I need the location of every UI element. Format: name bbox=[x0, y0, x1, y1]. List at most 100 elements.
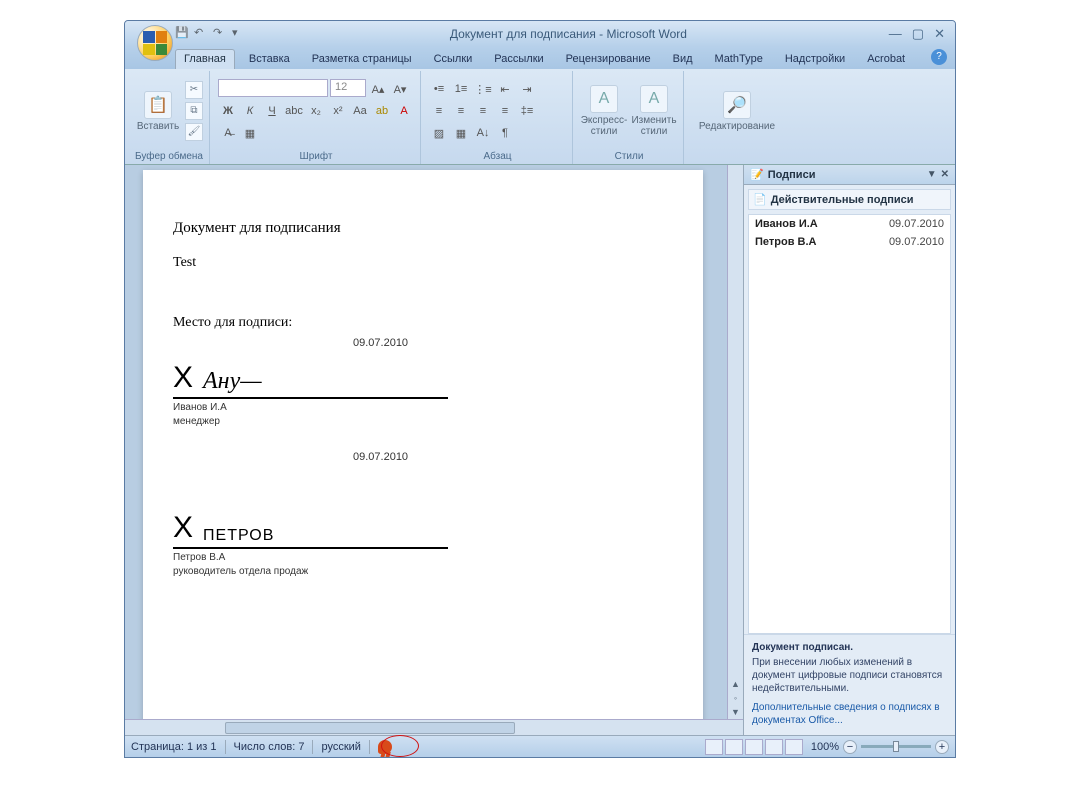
showmarks-icon[interactable]: ¶ bbox=[495, 123, 515, 143]
maximize-button[interactable]: ▢ bbox=[912, 26, 924, 42]
tab-addins[interactable]: Надстройки bbox=[777, 50, 853, 69]
changecase-icon[interactable]: Aa bbox=[350, 101, 370, 121]
qat-dropdown-icon[interactable]: ▾ bbox=[232, 26, 248, 42]
italic-icon[interactable]: К bbox=[240, 101, 260, 121]
sig1-signature: Ану— bbox=[203, 368, 262, 395]
paste-button[interactable]: 📋 Вставить bbox=[135, 86, 181, 137]
change-styles-label: Изменить стили bbox=[631, 115, 676, 137]
justify-icon[interactable]: ≡ bbox=[495, 101, 515, 121]
borders-icon[interactable]: ▦ bbox=[451, 123, 471, 143]
multilist-icon[interactable]: ⋮≡ bbox=[473, 79, 493, 99]
zoom-value[interactable]: 100% bbox=[811, 741, 839, 753]
highlight-icon[interactable]: ab bbox=[372, 101, 392, 121]
sig1-date: 09.07.2010 bbox=[353, 337, 673, 349]
close-button[interactable]: ✕ bbox=[934, 26, 945, 42]
redo-icon[interactable]: ↷ bbox=[213, 26, 229, 42]
tab-references[interactable]: Ссылки bbox=[426, 50, 481, 69]
outline-view-icon[interactable] bbox=[765, 739, 783, 755]
minimize-button[interactable]: — bbox=[889, 26, 902, 42]
font-size-combo[interactable]: 12 bbox=[330, 79, 366, 97]
signed-warning: При внесении любых изменений в документ … bbox=[752, 656, 947, 695]
group-styles: A Экспресс-стили A Изменить стили Стили bbox=[575, 71, 684, 164]
valid-signatures-label: Действительные подписи bbox=[771, 194, 914, 206]
signature-item[interactable]: Петров В.А 09.07.2010 bbox=[749, 233, 950, 251]
tab-review[interactable]: Рецензирование bbox=[558, 50, 659, 69]
undo-icon[interactable]: ↶ bbox=[194, 26, 210, 42]
tab-pagelayout[interactable]: Разметка страницы bbox=[304, 50, 420, 69]
tab-home[interactable]: Главная bbox=[175, 49, 235, 69]
quick-styles-button[interactable]: A Экспресс-стили bbox=[581, 80, 627, 142]
bold-icon[interactable]: Ж bbox=[218, 101, 238, 121]
border-icon[interactable]: ▦ bbox=[240, 123, 260, 143]
cut-icon[interactable]: ✂ bbox=[185, 81, 203, 99]
scroll-down-icon[interactable]: ▼ bbox=[731, 707, 740, 717]
zoom-slider[interactable] bbox=[861, 745, 931, 748]
group-label-clipboard: Буфер обмена bbox=[135, 149, 203, 164]
grow-font-icon[interactable]: A▴ bbox=[368, 79, 388, 99]
tab-acrobat[interactable]: Acrobat bbox=[859, 50, 913, 69]
taskpane-title: Подписи bbox=[768, 169, 816, 181]
signature-item[interactable]: Иванов И.А 09.07.2010 bbox=[749, 215, 950, 233]
status-language[interactable]: русский bbox=[321, 741, 360, 753]
print-layout-view-icon[interactable] bbox=[705, 739, 723, 755]
superscript-icon[interactable]: x² bbox=[328, 101, 348, 121]
signature-seal-icon[interactable] bbox=[378, 740, 392, 754]
zoom-in-icon[interactable]: + bbox=[935, 740, 949, 754]
vertical-scrollbar[interactable]: ▲ ◦ ▼ bbox=[727, 165, 743, 735]
bullets-icon[interactable]: •≡ bbox=[429, 79, 449, 99]
strike-icon[interactable]: abc bbox=[284, 101, 304, 121]
subscript-icon[interactable]: x₂ bbox=[306, 101, 326, 121]
page[interactable]: Документ для подписания Test Место для п… bbox=[143, 170, 703, 725]
font-name-combo[interactable] bbox=[218, 79, 328, 97]
numbering-icon[interactable]: 1≡ bbox=[451, 79, 471, 99]
signatures-taskpane: 📝 Подписи ▼ ✕ 📄 Действительные подписи И… bbox=[743, 165, 955, 735]
scroll-up-icon[interactable]: ▲ bbox=[731, 679, 740, 689]
shrink-font-icon[interactable]: A▾ bbox=[390, 79, 410, 99]
shading-icon[interactable]: ▨ bbox=[429, 123, 449, 143]
sig-item-name: Петров В.А bbox=[755, 236, 816, 248]
save-icon[interactable]: 💾 bbox=[175, 26, 191, 42]
sort-icon[interactable]: A↓ bbox=[473, 123, 493, 143]
status-words[interactable]: Число слов: 7 bbox=[234, 741, 305, 753]
fullscreen-view-icon[interactable] bbox=[725, 739, 743, 755]
paste-label: Вставить bbox=[137, 121, 179, 132]
align-right-icon[interactable]: ≡ bbox=[473, 101, 493, 121]
tab-view[interactable]: Вид bbox=[665, 50, 701, 69]
underline-icon[interactable]: Ч bbox=[262, 101, 282, 121]
taskpane-close-icon[interactable]: ✕ bbox=[941, 169, 949, 180]
horizontal-scrollbar[interactable] bbox=[125, 719, 743, 735]
web-view-icon[interactable] bbox=[745, 739, 763, 755]
status-page[interactable]: Страница: 1 из 1 bbox=[131, 741, 217, 753]
clear-format-icon[interactable]: A̶ bbox=[218, 123, 238, 143]
fontcolor-icon[interactable]: A bbox=[394, 101, 414, 121]
tab-mathtype[interactable]: MathType bbox=[707, 50, 771, 69]
change-styles-button[interactable]: A Изменить стили bbox=[631, 80, 677, 142]
sig1-role: менеджер bbox=[173, 416, 673, 427]
sig2-line[interactable]: X ПЕТРОВ bbox=[173, 511, 448, 549]
tab-insert[interactable]: Вставка bbox=[241, 50, 298, 69]
browse-object-icon[interactable]: ◦ bbox=[734, 693, 737, 703]
align-center-icon[interactable]: ≡ bbox=[451, 101, 471, 121]
linespacing-icon[interactable]: ‡≡ bbox=[517, 101, 537, 121]
sig2-x-icon: X bbox=[173, 511, 193, 545]
taskpane-dropdown-icon[interactable]: ▼ bbox=[927, 169, 937, 180]
align-left-icon[interactable]: ≡ bbox=[429, 101, 449, 121]
zoom-out-icon[interactable]: − bbox=[843, 740, 857, 754]
tab-mailings[interactable]: Рассылки bbox=[486, 50, 551, 69]
sig2-signature: ПЕТРОВ bbox=[203, 527, 274, 545]
copy-icon[interactable]: ⧉ bbox=[185, 102, 203, 120]
outdent-icon[interactable]: ⇤ bbox=[495, 79, 515, 99]
formatpainter-icon[interactable]: 🖌 bbox=[185, 123, 203, 141]
quick-styles-icon: A bbox=[590, 85, 618, 113]
office-button[interactable] bbox=[137, 25, 173, 61]
sig1-line[interactable]: X Ану— bbox=[173, 361, 448, 399]
signatures-list: Иванов И.А 09.07.2010 Петров В.А 09.07.2… bbox=[748, 214, 951, 634]
indent-icon[interactable]: ⇥ bbox=[517, 79, 537, 99]
find-icon: 🔎 bbox=[723, 91, 751, 119]
more-info-link[interactable]: Дополнительные сведения о подписях в док… bbox=[752, 701, 947, 727]
draft-view-icon[interactable] bbox=[785, 739, 803, 755]
document-area: Документ для подписания Test Место для п… bbox=[125, 165, 743, 735]
help-icon[interactable]: ? bbox=[931, 49, 947, 65]
valid-signatures-header: 📄 Действительные подписи bbox=[748, 189, 951, 210]
editing-button[interactable]: 🔎 Редактирование bbox=[692, 86, 782, 137]
